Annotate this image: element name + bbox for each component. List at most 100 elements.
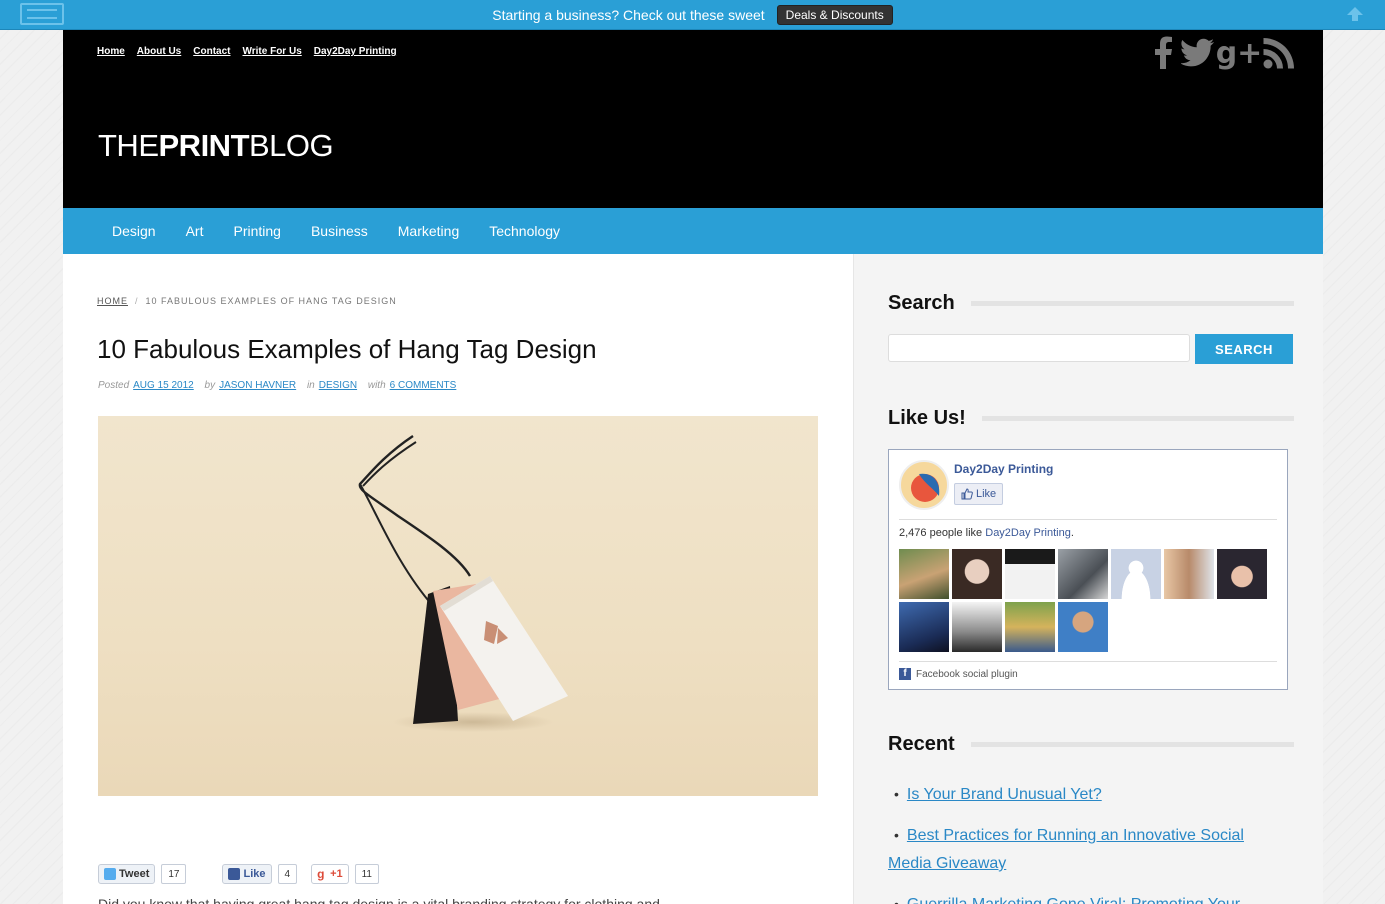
- meta-by-label: by: [204, 380, 216, 391]
- fan-avatar[interactable]: [1058, 602, 1108, 652]
- tweet-label: Tweet: [119, 868, 150, 880]
- fan-avatar[interactable]: [1111, 549, 1161, 599]
- promo-bar: Starting a business? Check out these swe…: [0, 0, 1385, 30]
- meta-in-label: in: [306, 380, 315, 391]
- like-label: Like: [243, 868, 266, 880]
- search-widget-title: Search: [888, 292, 1294, 315]
- fb-plugin-text: Facebook social plugin: [916, 668, 1018, 680]
- google-plus-one-button[interactable]: g +1: [311, 864, 349, 884]
- recent-post-link[interactable]: Guerrilla Marketing Gone Viral: Promotin…: [907, 896, 1240, 904]
- rss-icon[interactable]: [1263, 37, 1295, 69]
- like-title-text: Like Us!: [888, 407, 966, 429]
- top-nav-home[interactable]: Home: [97, 46, 125, 57]
- fb-like-count: 2,476 people like Day2Day Printing.: [899, 527, 1074, 539]
- page-name-link[interactable]: Day2Day Printing: [954, 462, 1053, 476]
- meta-comments-link[interactable]: 6 COMMENTS: [390, 380, 457, 391]
- main-nav-business[interactable]: Business: [311, 223, 368, 239]
- top-nav-contact[interactable]: Contact: [193, 46, 230, 57]
- fb-like-button[interactable]: Like: [954, 483, 1004, 505]
- recent-post-item: Best Practices for Running an Innovative…: [888, 821, 1288, 878]
- featured-image: [98, 416, 818, 796]
- fan-avatar[interactable]: [952, 602, 1002, 652]
- fan-faces: [899, 549, 1279, 652]
- facebook-small-icon: f: [899, 668, 911, 680]
- site-header: Home About Us Contact Write For Us Day2D…: [63, 30, 1323, 208]
- plus-one-label: +1: [330, 868, 343, 880]
- meta-category-link[interactable]: DESIGN: [319, 380, 357, 391]
- recent-widget-title: Recent: [888, 733, 1294, 756]
- fan-avatar[interactable]: [952, 549, 1002, 599]
- fan-avatar[interactable]: [1005, 602, 1055, 652]
- recent-posts-list: Is Your Brand Unusual Yet? Best Practice…: [888, 780, 1288, 904]
- thumbs-up-icon: [961, 488, 973, 500]
- recent-post-link[interactable]: Best Practices for Running an Innovative…: [888, 827, 1244, 872]
- day2day-logo-icon: [911, 473, 940, 502]
- post-excerpt: Did you know that having great hang tag …: [98, 896, 660, 904]
- facebook-like-button[interactable]: Like: [222, 864, 272, 884]
- fb-count-end: .: [1070, 527, 1074, 539]
- site-logo[interactable]: THEPRINTBLOG: [98, 128, 334, 164]
- fan-avatar[interactable]: [1217, 549, 1267, 599]
- top-nav-day2day-printing[interactable]: Day2Day Printing: [314, 46, 397, 57]
- meta-author-link[interactable]: JASON HAVNER: [219, 380, 296, 391]
- fan-avatar[interactable]: [899, 549, 949, 599]
- main-nav-marketing[interactable]: Marketing: [398, 223, 459, 239]
- breadcrumb-current: 10 FABULOUS EXAMPLES OF HANG TAG DESIGN: [145, 296, 397, 306]
- search-input[interactable]: [888, 334, 1190, 362]
- main-nav-design[interactable]: Design: [112, 223, 156, 239]
- share-buttons: Tweet 17 Like 4 g +1 11: [98, 864, 379, 884]
- meta-with-label: with: [367, 380, 386, 391]
- google-plus-icon[interactable]: g+: [1216, 36, 1263, 71]
- social-links: g+: [1151, 36, 1295, 71]
- site-logo-icon[interactable]: [20, 3, 64, 25]
- facebook-icon[interactable]: [1151, 36, 1175, 70]
- post-content: HOME / 10 FABULOUS EXAMPLES OF HANG TAG DE…: [63, 254, 853, 904]
- like-count: 4: [277, 864, 298, 884]
- top-nav-write-for-us[interactable]: Write For Us: [242, 46, 301, 57]
- fan-avatar[interactable]: [899, 602, 949, 652]
- breadcrumb: HOME / 10 FABULOUS EXAMPLES OF HANG TAG DE…: [97, 296, 397, 306]
- fb-like-label: Like: [976, 488, 997, 500]
- main-nav-printing[interactable]: Printing: [233, 223, 280, 239]
- sidebar: Search SEARCH Like Us! Day2Day Printing …: [853, 254, 1323, 904]
- meta-date-link[interactable]: AUG 15 2012: [133, 380, 194, 391]
- recent-title-text: Recent: [888, 733, 955, 755]
- tweet-button[interactable]: Tweet: [98, 864, 156, 884]
- hang-tag-illustration: [358, 435, 568, 732]
- recent-post-link[interactable]: Is Your Brand Unusual Yet?: [907, 786, 1102, 803]
- fan-avatar[interactable]: [1058, 549, 1108, 599]
- like-widget-title: Like Us!: [888, 407, 1294, 430]
- top-nav: Home About Us Contact Write For Us Day2D…: [97, 46, 397, 57]
- google-g-icon: g: [317, 868, 328, 880]
- logo-part-the: THE: [98, 128, 159, 163]
- search-title-text: Search: [888, 292, 955, 314]
- meta-posted-label: Posted: [98, 380, 130, 391]
- post-title: 10 Fabulous Examples of Hang Tag Design: [97, 334, 597, 364]
- tweet-count: 17: [161, 864, 187, 884]
- facebook-like-box: Day2Day Printing Like 2,476 people like …: [888, 449, 1288, 690]
- twitter-bird-icon: [104, 868, 116, 880]
- gplus-count: 11: [354, 864, 379, 884]
- main-nav: Design Art Printing Business Marketing T…: [63, 208, 1323, 254]
- post-meta: Posted AUG 15 2012 by JASON HAVNER in DESIG…: [98, 380, 456, 391]
- promo-text: Starting a business? Check out these swe…: [492, 6, 765, 23]
- logo-part-print: PRINT: [158, 128, 250, 163]
- main-nav-art[interactable]: Art: [186, 223, 204, 239]
- twitter-icon[interactable]: [1181, 38, 1215, 68]
- main-nav-technology[interactable]: Technology: [489, 223, 560, 239]
- scroll-up-icon[interactable]: [1345, 4, 1365, 24]
- logo-part-blog: BLOG: [249, 128, 334, 163]
- fb-count-text: 2,476 people like: [899, 527, 983, 539]
- fb-plugin-label: f Facebook social plugin: [899, 668, 1018, 680]
- breadcrumb-home[interactable]: HOME: [97, 296, 128, 306]
- page-avatar[interactable]: [899, 460, 949, 510]
- recent-post-item: Guerrilla Marketing Gone Viral: Promotin…: [888, 890, 1288, 904]
- top-nav-about[interactable]: About Us: [137, 46, 181, 57]
- fan-avatar[interactable]: [1005, 549, 1055, 599]
- breadcrumb-separator: /: [135, 296, 139, 306]
- fb-count-page-link[interactable]: Day2Day Printing: [985, 527, 1071, 539]
- deals-button[interactable]: Deals & Discounts: [776, 4, 893, 25]
- recent-post-item: Is Your Brand Unusual Yet?: [888, 780, 1288, 809]
- fan-avatar[interactable]: [1164, 549, 1214, 599]
- search-button[interactable]: SEARCH: [1195, 334, 1293, 364]
